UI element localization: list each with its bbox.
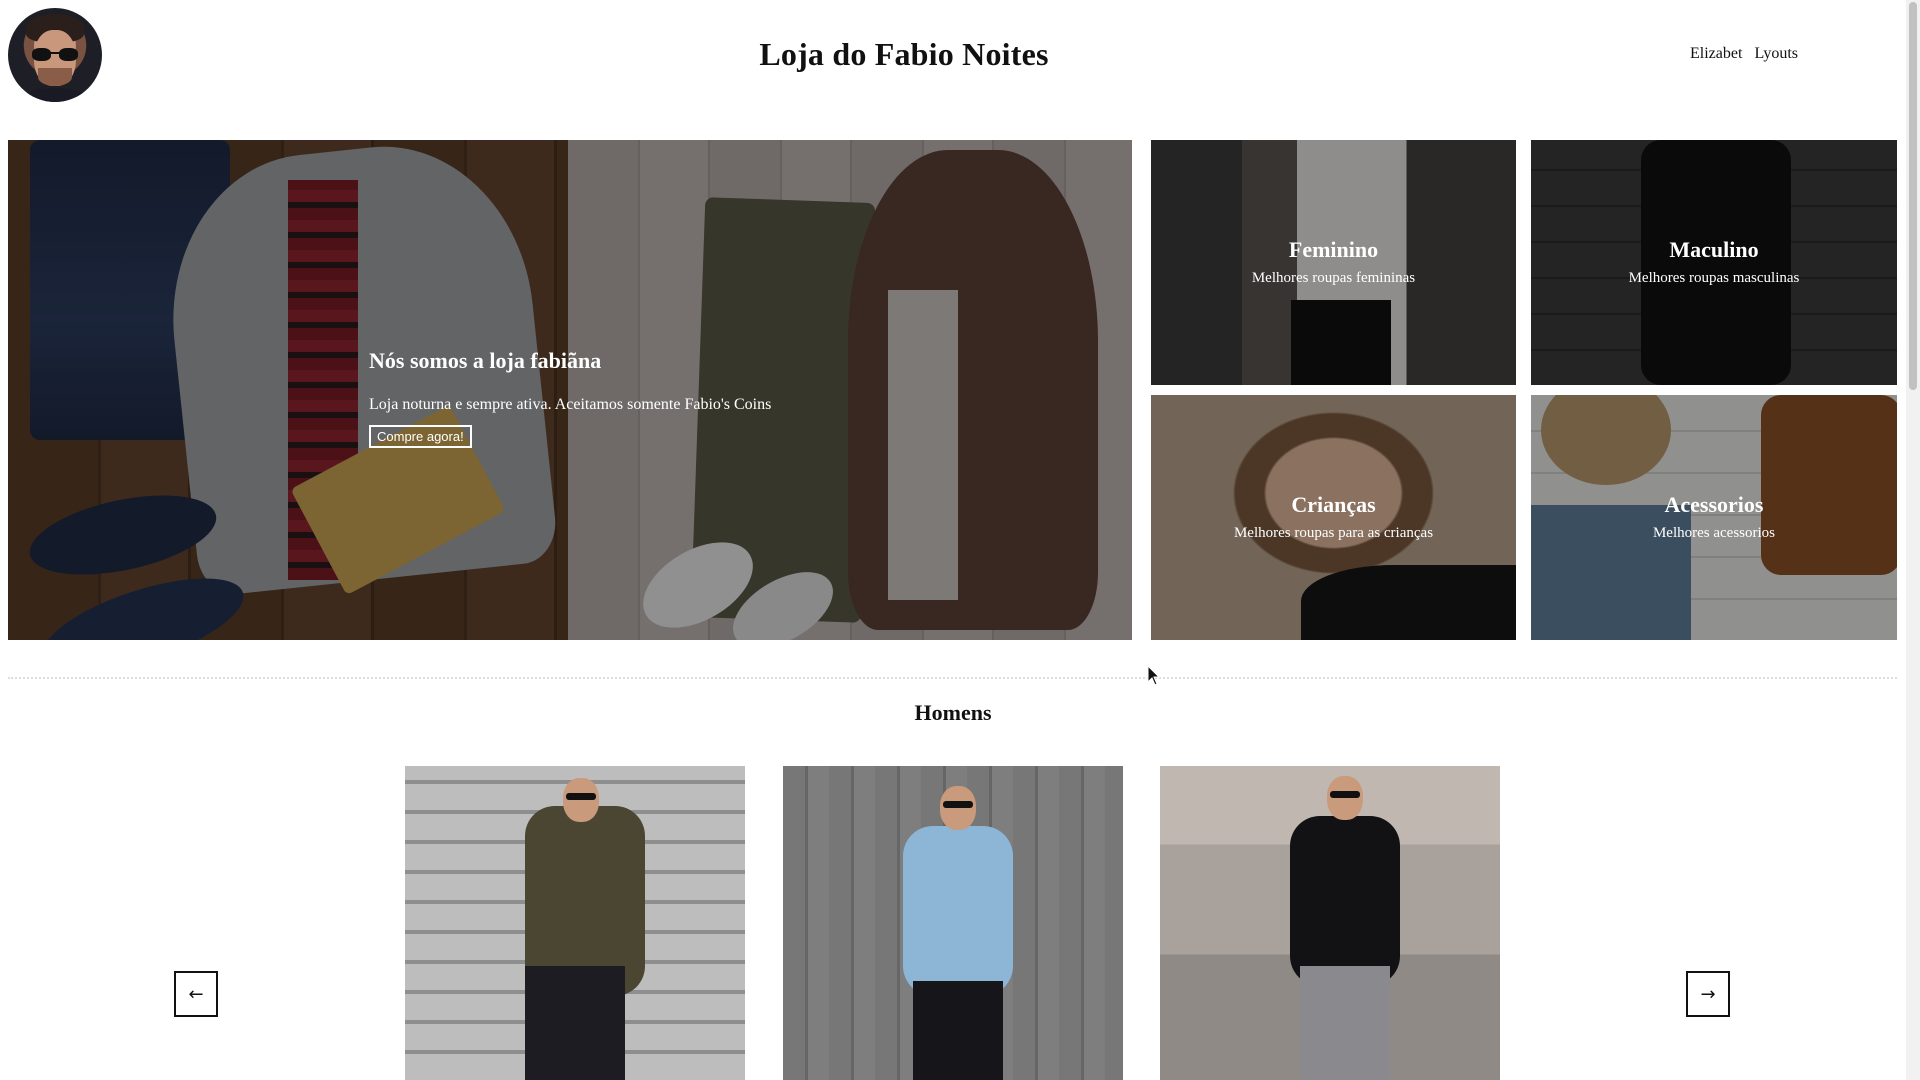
shop-now-button[interactable]: Compre agora! bbox=[369, 425, 472, 448]
category-tile-acessorios[interactable]: Acessorios Melhores acessorios bbox=[1531, 395, 1897, 640]
category-tile-masculino[interactable]: Maculino Melhores roupas masculinas bbox=[1531, 140, 1897, 385]
arrow-left-icon: ← bbox=[188, 984, 204, 1005]
category-tile-feminino[interactable]: Feminino Melhores roupas femininas bbox=[1151, 140, 1516, 385]
hero-subtitle: Loja noturna e sempre ativa. Aceitamos s… bbox=[369, 396, 772, 413]
top-nav: Elizabet Lyouts bbox=[1682, 45, 1798, 63]
category-name: Acessorios bbox=[1664, 492, 1764, 517]
product-card[interactable] bbox=[783, 766, 1123, 1080]
product-card[interactable] bbox=[405, 766, 745, 1080]
hero-text: Nós somos a loja fabiãna Loja noturna e … bbox=[369, 348, 771, 448]
section-title-homens: Homens bbox=[914, 700, 992, 725]
product-card[interactable] bbox=[1160, 766, 1500, 1080]
carousel-prev-button[interactable]: ← bbox=[174, 971, 218, 1017]
nav-link-lyouts[interactable]: Lyouts bbox=[1754, 45, 1798, 62]
category-name: Crianças bbox=[1291, 492, 1376, 517]
category-desc: Melhores roupas femininas bbox=[1251, 270, 1416, 286]
arrow-right-icon: → bbox=[1700, 984, 1716, 1005]
site-title: Loja do Fabio Noites bbox=[759, 36, 1049, 72]
hero-banner: Nós somos a loja fabiãna Loja noturna e … bbox=[8, 140, 1132, 640]
page-scrollbar[interactable] bbox=[1906, 0, 1920, 1080]
scrollbar-thumb[interactable] bbox=[1909, 2, 1917, 390]
category-name: Feminino bbox=[1288, 237, 1379, 262]
carousel-next-button[interactable]: → bbox=[1686, 971, 1730, 1017]
category-desc: Melhores roupas para as crianças bbox=[1233, 525, 1434, 541]
category-desc: Melhores acessorios bbox=[1652, 525, 1776, 541]
nav-link-elizabet[interactable]: Elizabet bbox=[1690, 45, 1742, 62]
hero-title: Nós somos a loja fabiãna bbox=[369, 348, 602, 373]
category-desc: Melhores roupas masculinas bbox=[1628, 270, 1800, 286]
page: Loja do Fabio Noites Elizabet Lyouts Nós… bbox=[0, 0, 1906, 1080]
avatar-shirt bbox=[16, 88, 94, 102]
category-tile-criancas[interactable]: Crianças Melhores roupas para as criança… bbox=[1151, 395, 1516, 640]
site-header: Loja do Fabio Noites Elizabet Lyouts bbox=[0, 0, 1906, 110]
section-divider bbox=[8, 677, 1897, 679]
category-name: Maculino bbox=[1669, 237, 1759, 262]
